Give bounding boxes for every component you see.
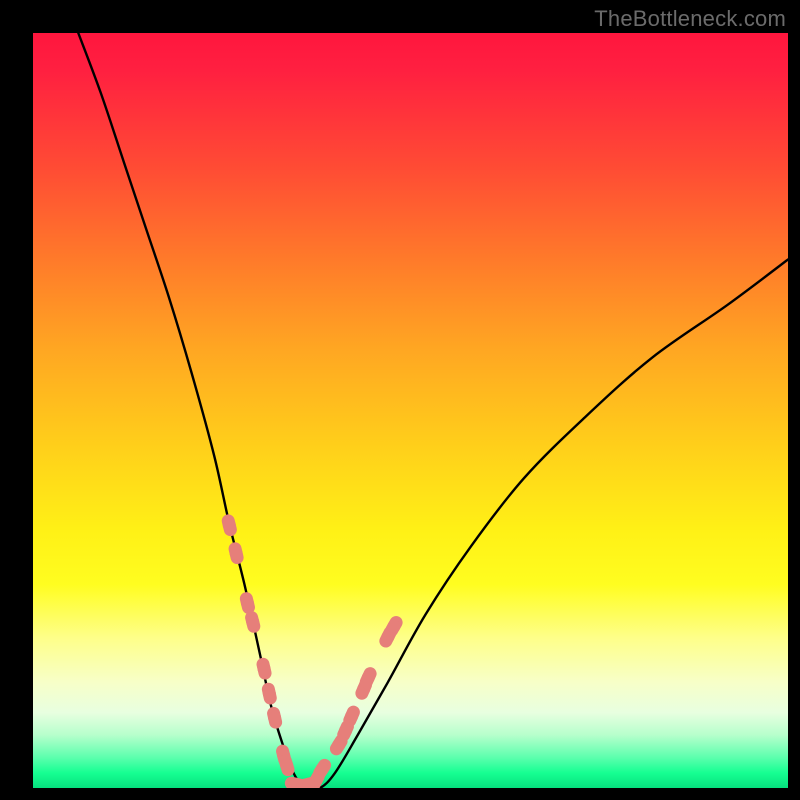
highlight-dot (268, 711, 281, 724)
highlight-dot (387, 620, 400, 633)
highlight-dot (258, 662, 271, 675)
bottleneck-curve (78, 33, 788, 788)
highlight-dot (280, 759, 293, 772)
highlight-dots-right (305, 614, 405, 788)
highlight-dot (230, 547, 243, 560)
highlight-dot (263, 687, 276, 700)
watermark-text: TheBottleneck.com (594, 6, 786, 32)
figure-frame: TheBottleneck.com (0, 0, 800, 800)
plot-area (33, 33, 788, 788)
highlight-dot (362, 671, 375, 684)
highlight-dot (316, 763, 329, 776)
highlight-dots-bottom (284, 775, 321, 788)
highlight-dot (246, 615, 259, 628)
highlight-dot (241, 597, 254, 610)
highlight-dot (345, 710, 358, 723)
chart-svg (33, 33, 788, 788)
highlight-dot (223, 519, 236, 532)
